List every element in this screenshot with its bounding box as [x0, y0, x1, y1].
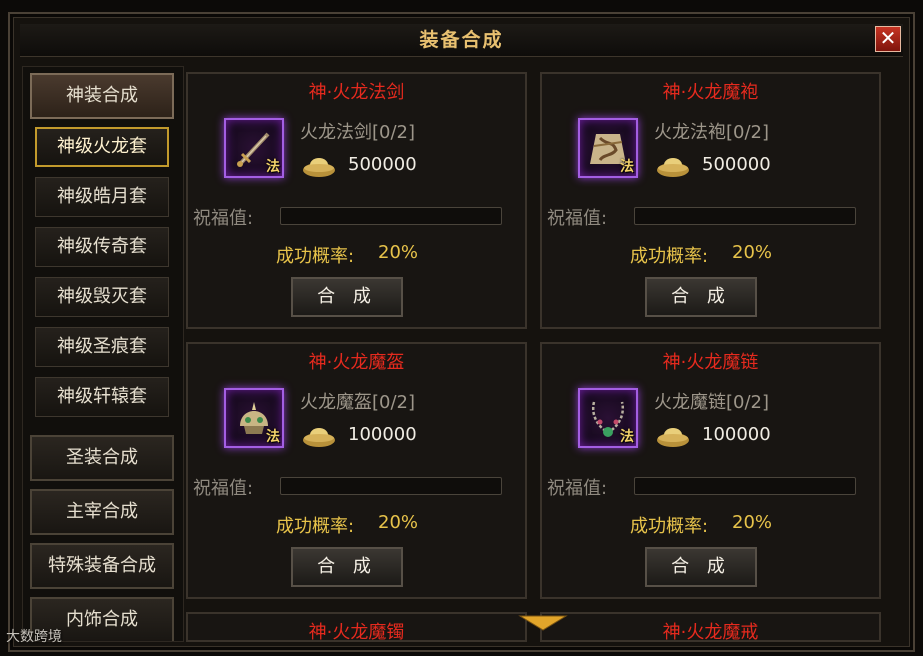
- set-huolong-button[interactable]: 神级火龙套: [35, 127, 169, 167]
- recipe-card-sword: 神·火龙法剑 法 火龙法剑[0/2] 500000 祝福值: 成功概率: 20%…: [186, 72, 527, 329]
- title-bar: 装备合成 ✕: [20, 24, 903, 57]
- gold-ingot-icon: [303, 158, 335, 177]
- gold-cost: 500000: [348, 154, 417, 175]
- category-teshu-button[interactable]: 特殊装备合成: [30, 543, 174, 589]
- success-rate-label: 成功概率:: [276, 246, 355, 267]
- scroll-down-arrow-icon[interactable]: [518, 614, 568, 632]
- gold-cost: 100000: [348, 424, 417, 445]
- gold-ingot-icon: [303, 428, 335, 447]
- blessing-label: 祝福值:: [193, 208, 254, 229]
- material-name: 火龙魔链[0/2]: [654, 392, 770, 413]
- close-button[interactable]: ✕: [875, 26, 901, 52]
- combine-button[interactable]: 合 成: [645, 547, 757, 587]
- item-slot[interactable]: 法: [224, 388, 284, 448]
- set-haoyue-button[interactable]: 神级皓月套: [35, 177, 169, 217]
- gold-ingot-icon: [657, 158, 689, 177]
- success-rate-value: 20%: [732, 242, 773, 263]
- set-xuanyuan-button[interactable]: 神级轩辕套: [35, 377, 169, 417]
- recipe-card-robe: 神·火龙魔袍 法 火龙法袍[0/2] 500000 祝福值: 成功概率: 20%…: [540, 72, 881, 329]
- recipe-title: 神·火龙魔袍: [662, 82, 759, 103]
- blessing-progress-bar: [634, 207, 856, 225]
- recipe-card-helmet: 神·火龙魔盔 法 火龙魔盔[0/2] 100000 祝福值: 成功概率: 20%…: [186, 342, 527, 599]
- blessing-label: 祝福值:: [547, 478, 608, 499]
- set-shenghen-button[interactable]: 神级圣痕套: [35, 327, 169, 367]
- success-rate-value: 20%: [378, 242, 419, 263]
- category-shenzhuang-button[interactable]: 神装合成: [30, 73, 174, 119]
- blessing-label: 祝福值:: [193, 478, 254, 499]
- set-chuanqi-button[interactable]: 神级传奇套: [35, 227, 169, 267]
- watermark-text: 大数跨境: [6, 629, 62, 645]
- combine-button[interactable]: 合 成: [291, 277, 403, 317]
- recipe-title: 神·火龙魔盔: [308, 352, 405, 373]
- gold-cost: 500000: [702, 154, 771, 175]
- recipe-card-ring: 神·火龙魔戒: [540, 612, 881, 642]
- category-sidebar: 神装合成 神级火龙套 神级皓月套 神级传奇套 神级毁灭套 神级圣痕套 神级轩辕套…: [22, 66, 184, 642]
- gold-cost: 100000: [702, 424, 771, 445]
- mage-class-badge: 法: [266, 429, 280, 445]
- category-zhuzai-button[interactable]: 主宰合成: [30, 489, 174, 535]
- combine-button[interactable]: 合 成: [291, 547, 403, 587]
- blessing-progress-bar: [280, 477, 502, 495]
- recipe-title: 神·火龙魔戒: [662, 622, 759, 642]
- recipe-title: 神·火龙魔镯: [308, 622, 405, 642]
- success-rate-value: 20%: [732, 512, 773, 533]
- material-name: 火龙法剑[0/2]: [300, 122, 416, 143]
- blessing-progress-bar: [280, 207, 502, 225]
- mage-class-badge: 法: [620, 159, 634, 175]
- mage-class-badge: 法: [266, 159, 280, 175]
- mage-class-badge: 法: [620, 429, 634, 445]
- item-slot[interactable]: 法: [224, 118, 284, 178]
- recipe-title: 神·火龙法剑: [308, 82, 405, 103]
- item-slot[interactable]: 法: [578, 118, 638, 178]
- success-rate-label: 成功概率:: [630, 246, 709, 267]
- success-rate-label: 成功概率:: [276, 516, 355, 537]
- material-name: 火龙法袍[0/2]: [654, 122, 770, 143]
- recipe-card-bracelet: 神·火龙魔镯: [186, 612, 527, 642]
- set-huimie-button[interactable]: 神级毁灭套: [35, 277, 169, 317]
- item-slot[interactable]: 法: [578, 388, 638, 448]
- gold-ingot-icon: [657, 428, 689, 447]
- category-shengzhuang-button[interactable]: 圣装合成: [30, 435, 174, 481]
- success-rate-value: 20%: [378, 512, 419, 533]
- blessing-progress-bar: [634, 477, 856, 495]
- recipe-title: 神·火龙魔链: [662, 352, 759, 373]
- success-rate-label: 成功概率:: [630, 516, 709, 537]
- recipe-card-necklace: 神·火龙魔链 法 火龙魔链[0/2] 100000 祝福值: 成功概率: 20%…: [540, 342, 881, 599]
- window-title: 装备合成: [419, 29, 504, 51]
- material-name: 火龙魔盔[0/2]: [300, 392, 416, 413]
- combine-button[interactable]: 合 成: [645, 277, 757, 317]
- blessing-label: 祝福值:: [547, 208, 608, 229]
